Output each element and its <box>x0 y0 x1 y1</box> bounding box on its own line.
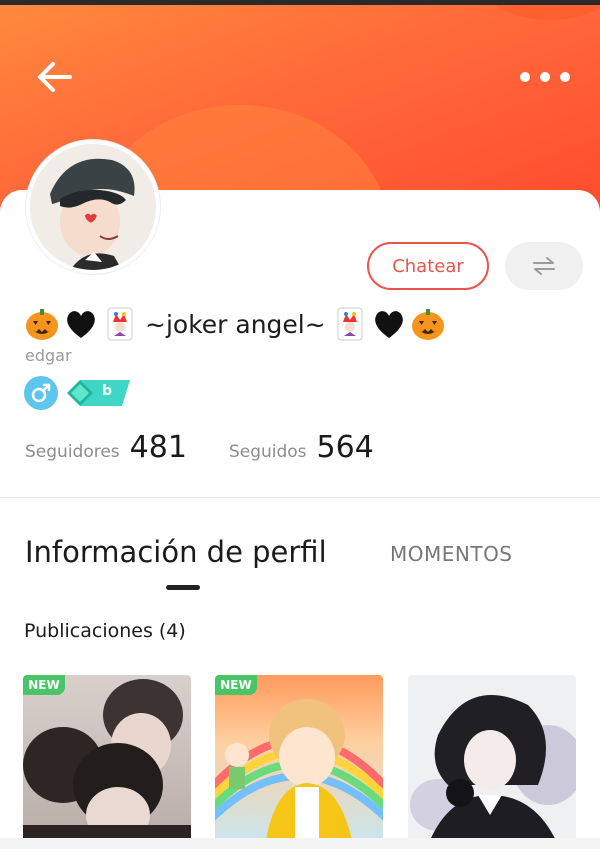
following-label[interactable]: Seguidos <box>229 442 307 462</box>
active-tab-indicator <box>166 585 200 590</box>
avatar[interactable] <box>26 140 160 274</box>
joker-card-icon <box>107 307 133 341</box>
new-badge: NEW <box>215 675 257 695</box>
profile-nickname: ~joker angel~ <box>145 309 326 339</box>
profile-username: edgar <box>25 346 72 365</box>
jack-o-lantern-icon <box>26 309 58 340</box>
new-badge: NEW <box>23 675 65 695</box>
posts-section-title: Publicaciones (4) <box>24 620 186 642</box>
profile-nickname-row: ~joker angel~ <box>24 305 449 343</box>
chat-button-label: Chatear <box>392 255 464 277</box>
swap-arrows-icon <box>533 257 555 275</box>
male-sign-icon <box>31 383 51 403</box>
profile-stats: Seguidores 481 Seguidos 564 <box>25 430 416 470</box>
more-options-button[interactable] <box>520 64 570 90</box>
tab-profile-info[interactable]: Información de perfil <box>25 535 327 569</box>
jack-o-lantern-icon <box>411 309 444 340</box>
chat-button[interactable]: Chatear <box>367 242 489 290</box>
level-badge-label: b <box>102 383 113 399</box>
tab-moments[interactable]: MOMENTOS <box>390 542 513 566</box>
following-count[interactable]: 564 <box>317 430 374 465</box>
level-badge[interactable]: b <box>66 378 132 408</box>
status-bar-edge <box>0 0 600 5</box>
swap-button[interactable] <box>505 242 583 290</box>
post-thumbnail[interactable]: NEW <box>215 675 383 845</box>
bottom-edge <box>0 838 600 849</box>
section-divider <box>0 497 600 498</box>
black-heart-icon <box>374 311 403 338</box>
arrow-left-icon <box>38 62 72 92</box>
followers-count[interactable]: 481 <box>130 430 187 465</box>
gender-badge <box>24 376 58 410</box>
joker-card-icon <box>337 307 363 341</box>
back-button[interactable] <box>34 56 76 98</box>
more-horizontal-icon <box>520 72 530 82</box>
followers-label[interactable]: Seguidores <box>25 442 120 462</box>
post-thumbnail[interactable]: NEW <box>23 675 191 845</box>
profile-badges: b <box>24 376 132 410</box>
black-heart-icon <box>67 311 95 338</box>
post-thumbnail[interactable] <box>408 675 576 845</box>
